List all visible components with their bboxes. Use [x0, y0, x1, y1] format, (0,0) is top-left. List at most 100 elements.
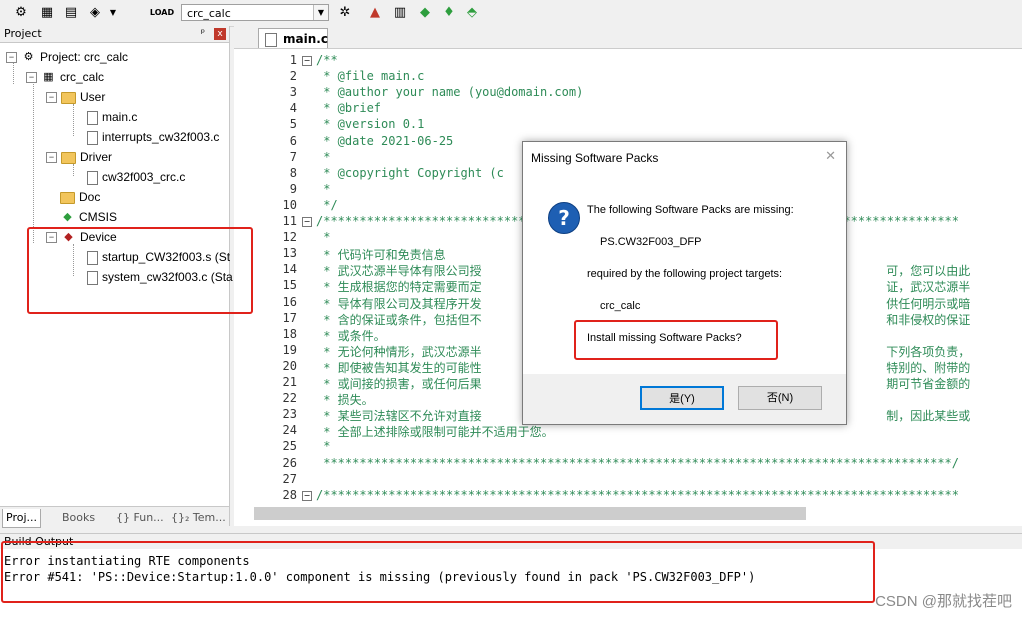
missing-packs-dialog: Missing Software Packs ✕ ? The following…	[522, 141, 847, 425]
tab-functions[interactable]: {} Fun...	[113, 509, 167, 527]
close-icon[interactable]: ✕	[825, 149, 836, 164]
line-number: 26	[234, 456, 297, 470]
line-number-gutter: 1−234567891011−1213141516171819202122232…	[234, 49, 314, 517]
tree-guide	[73, 104, 74, 136]
tree-item-startup-s[interactable]: startup_CW32f003.s (St	[87, 248, 230, 266]
batch-build-icon[interactable]: ⚙	[12, 3, 30, 21]
target-options-icon[interactable]: ✲	[336, 3, 354, 21]
line-number: 24	[234, 423, 297, 437]
line-number: 16	[234, 295, 297, 309]
editor-tabbar: main.c	[234, 26, 1022, 49]
tab-project[interactable]: Proj...	[2, 509, 41, 528]
tree-item-label: Doc	[79, 190, 100, 204]
select-pack-icon[interactable]: ▥	[391, 3, 409, 21]
tree-item-cmsis[interactable]: ◆CMSIS	[60, 208, 117, 226]
tree-item-system-c[interactable]: system_cw32f003.c (Sta	[87, 268, 233, 286]
tree-item-label: interrupts_cw32f003.c	[102, 130, 219, 144]
dialog-question: Install missing Software Packs?	[587, 332, 742, 344]
line-number: 3	[234, 85, 297, 99]
target-icon: ▦	[41, 71, 56, 84]
line-number: 13	[234, 246, 297, 260]
line-number: 22	[234, 391, 297, 405]
file-icon	[87, 111, 98, 125]
code-line: */	[316, 198, 338, 212]
project-icon: ⚙	[21, 51, 36, 64]
line-number: 27	[234, 472, 297, 486]
tree-item-device[interactable]: −◆Device	[46, 228, 117, 246]
line-number: 7	[234, 150, 297, 164]
folder-icon	[61, 92, 76, 104]
dialog-target-name: crc_calc	[600, 300, 640, 312]
pack-installer-icon[interactable]: ◆	[416, 3, 434, 21]
code-line: * 代码许可和免责信息	[316, 246, 446, 263]
question-icon: ?	[548, 202, 580, 234]
collapse-icon[interactable]: −	[26, 72, 37, 83]
tree-item-label: startup_CW32f003.s (St	[102, 250, 230, 264]
chevron-down-icon[interactable]: ▼	[313, 5, 328, 20]
tree-item-user-group[interactable]: − User	[46, 88, 105, 106]
code-line: * @version 0.1	[316, 117, 424, 131]
project-panel-title: Project	[4, 27, 42, 40]
close-icon[interactable]: x	[214, 28, 226, 40]
code-line: * 或条件。	[316, 327, 386, 344]
chevron-down-icon[interactable]: ▼	[104, 3, 122, 21]
pin-icon[interactable]: ᵖ	[201, 26, 205, 42]
manage-components-icon[interactable]: ▲	[366, 3, 384, 21]
collapse-icon[interactable]: −	[46, 92, 57, 103]
editor-hscrollbar[interactable]	[254, 507, 806, 520]
no-button[interactable]: 否(N)	[738, 386, 822, 410]
target-select[interactable]: crc_calc ▼	[181, 4, 329, 21]
tree-item-label: crc_calc	[60, 70, 104, 84]
tree-guide	[73, 244, 74, 276]
build-output-header: Build Output	[0, 533, 1022, 548]
target-select-value: crc_calc	[187, 7, 231, 20]
project-panel: Project ᵖ x −⚙Project: crc_calc −▦crc_ca…	[0, 26, 230, 526]
build-output-panel[interactable]: Error instantiating RTE components Error…	[0, 549, 1022, 633]
code-line: * @author your name (you@domain.com)	[316, 85, 583, 99]
yes-button[interactable]: 是(Y)	[640, 386, 724, 410]
load-icon[interactable]: LOAD	[153, 3, 171, 21]
file-icon	[265, 33, 277, 47]
line-number: 23	[234, 407, 297, 421]
code-line: * @file main.c	[316, 69, 424, 83]
fold-toggle-icon[interactable]: −	[302, 491, 312, 501]
code-line: *	[316, 439, 330, 453]
tree-item-doc-group[interactable]: Doc	[60, 188, 100, 206]
line-number: 20	[234, 359, 297, 373]
tree-item-target[interactable]: −▦ crc_calc	[26, 68, 104, 86]
extension-icon[interactable]: ⬘	[463, 3, 481, 21]
collapse-icon[interactable]: −	[6, 52, 17, 63]
tree-item-label: CMSIS	[79, 210, 117, 224]
line-number: 14	[234, 262, 297, 276]
fold-toggle-icon[interactable]: −	[302, 217, 312, 227]
fold-toggle-icon[interactable]: −	[302, 56, 312, 66]
collapse-icon[interactable]: −	[46, 232, 57, 243]
tree-item-driver-group[interactable]: −Driver	[46, 148, 112, 166]
file-icon	[87, 131, 98, 145]
line-number: 5	[234, 117, 297, 131]
line-number: 10	[234, 198, 297, 212]
line-number: 2	[234, 69, 297, 83]
watermark: CSDN @那就找茬吧	[875, 590, 1012, 611]
tab-books[interactable]: Books	[59, 509, 98, 527]
event-recorder-icon[interactable]: ♦	[440, 3, 458, 21]
code-line: /**	[316, 53, 338, 67]
dialog-title: Missing Software Packs	[531, 151, 658, 165]
build-icon[interactable]: ▤	[62, 3, 80, 21]
line-number: 18	[234, 327, 297, 341]
dialog-message: required by the following project target…	[587, 268, 782, 280]
tree-item-main-c[interactable]: main.c	[87, 108, 137, 126]
line-number: 25	[234, 439, 297, 453]
line-number: 11	[234, 214, 297, 228]
collapse-icon[interactable]: −	[46, 152, 57, 163]
tree-item-crc-c[interactable]: cw32f003_crc.c	[87, 168, 185, 186]
tab-main-c[interactable]: main.c	[258, 28, 328, 48]
tree-item-interrupts-c[interactable]: interrupts_cw32f003.c	[87, 128, 219, 146]
download-icon[interactable]: ◈	[86, 3, 104, 21]
code-line: *	[316, 150, 330, 164]
file-icon	[87, 271, 98, 285]
tab-templates[interactable]: {}₂ Tem...	[168, 509, 229, 527]
tree-item-label: User	[80, 90, 105, 104]
tree-item-project[interactable]: −⚙Project: crc_calc	[6, 48, 128, 66]
rebuild-icon[interactable]: ▦	[38, 3, 56, 21]
